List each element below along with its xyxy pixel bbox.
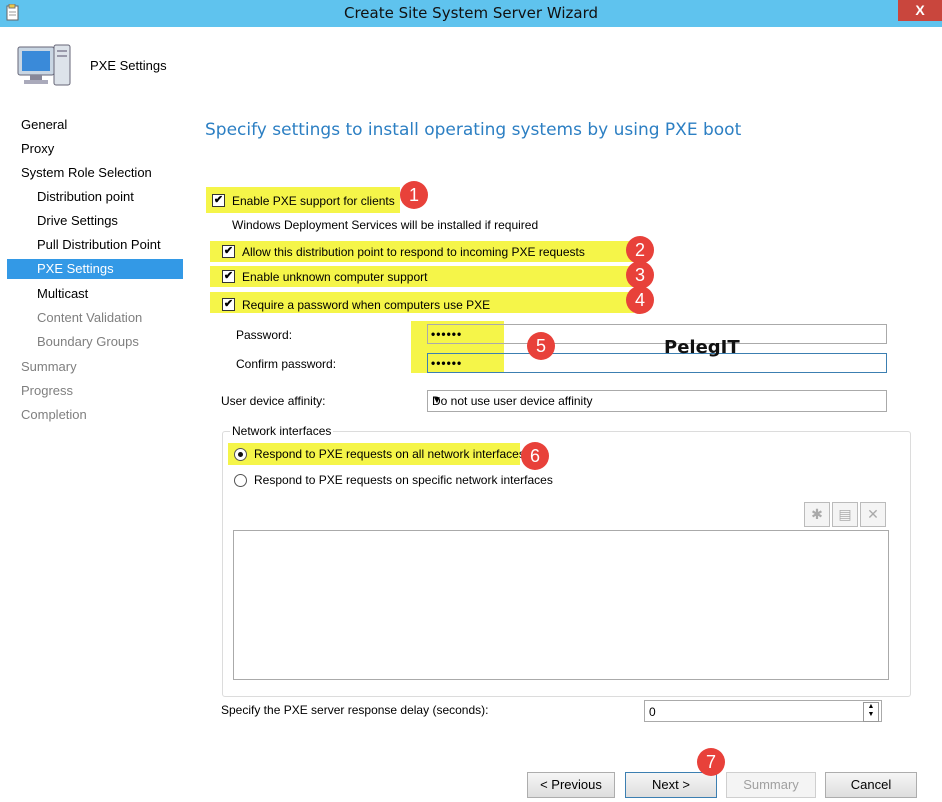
enable-pxe-checkbox[interactable]: ✔ [212, 194, 225, 207]
delay-stepper[interactable]: 0 ▲ ▼ [644, 700, 882, 722]
nav-item-multicast[interactable]: Multicast [37, 284, 88, 304]
cancel-button[interactable]: Cancel [825, 772, 917, 798]
properties-icon: ▤ [838, 506, 852, 522]
wds-note: Windows Deployment Services will be inst… [232, 218, 539, 232]
unknown-support-label: Enable unknown computer support [242, 270, 428, 284]
delete-interface-button[interactable]: ✕ [860, 502, 886, 527]
confirm-password-label: Confirm password: [236, 357, 337, 371]
annotation-badge-1: 1 [400, 181, 428, 209]
annotation-badge-4: 4 [626, 286, 654, 314]
allow-respond-label: Allow this distribution point to respond… [242, 245, 585, 259]
delay-value: 0 [649, 705, 656, 719]
all-interfaces-label: Respond to PXE requests on all network i… [254, 447, 525, 461]
specific-interfaces-radio[interactable] [234, 474, 247, 487]
annotation-badge-7: 7 [697, 748, 725, 776]
content-heading: Specify settings to install operating sy… [205, 120, 742, 140]
network-interfaces-label: Network interfaces [230, 424, 334, 438]
nav-item-pxe-settings[interactable]: PXE Settings [7, 259, 183, 279]
nav-item-summary: Summary [21, 359, 77, 374]
nav-item-proxy[interactable]: Proxy [21, 139, 54, 159]
close-button[interactable]: X [898, 0, 942, 21]
password-field[interactable] [427, 324, 887, 344]
specific-interfaces-label: Respond to PXE requests on specific netw… [254, 473, 553, 487]
nav-item-content-validation: Content Validation [37, 310, 143, 325]
delay-label: Specify the PXE server response delay (s… [221, 703, 489, 717]
nav-item-drive-settings[interactable]: Drive Settings [37, 211, 118, 231]
stepper-arrows-icon[interactable]: ▲ ▼ [863, 702, 879, 722]
user-affinity-dropdown[interactable]: Do not use user device affinity ▼ [427, 390, 887, 412]
wizard-header: PXE Settings [0, 27, 942, 107]
watermark-text: PelegIT [664, 337, 740, 358]
nav-item-distribution-point[interactable]: Distribution point [37, 187, 134, 207]
all-interfaces-radio[interactable] [234, 448, 247, 461]
title-bar: Create Site System Server Wizard X [0, 0, 942, 27]
annotation-badge-5: 5 [527, 332, 555, 360]
previous-button[interactable]: < Previous [527, 772, 615, 798]
user-affinity-label: User device affinity: [221, 394, 326, 408]
allow-respond-checkbox[interactable]: ✔ [222, 245, 235, 258]
network-interfaces-list[interactable] [233, 530, 889, 680]
enable-pxe-label: Enable PXE support for clients [232, 194, 395, 208]
unknown-support-checkbox[interactable]: ✔ [222, 270, 235, 283]
annotation-badge-3: 3 [626, 261, 654, 289]
star-icon: ✱ [811, 506, 823, 522]
require-password-checkbox[interactable]: ✔ [222, 298, 235, 311]
nav-item-progress: Progress [21, 383, 74, 398]
password-label: Password: [236, 328, 293, 342]
confirm-password-field[interactable] [427, 353, 887, 373]
annotation-badge-2: 2 [626, 236, 654, 264]
nav-item-boundary-groups: Boundary Groups [37, 334, 139, 349]
nav-item-general[interactable]: General [21, 115, 67, 135]
next-button[interactable]: Next > [625, 772, 717, 798]
page-title: PXE Settings [90, 58, 167, 73]
delete-x-icon: ✕ [867, 506, 879, 522]
window-title: Create Site System Server Wizard [344, 4, 598, 22]
confirm-password-value: •••••• [431, 356, 463, 370]
require-password-label: Require a password when computers use PX… [242, 298, 491, 312]
chevron-down-icon: ▼ [432, 395, 442, 406]
nav-item-pull-distribution-point[interactable]: Pull Distribution Point [37, 235, 161, 255]
nav-item-completion: Completion [21, 407, 87, 422]
summary-button: Summary [726, 772, 816, 798]
add-interface-button[interactable]: ✱ [804, 502, 830, 527]
password-value: •••••• [431, 327, 463, 341]
computer-icon [17, 44, 71, 86]
annotation-badge-6: 6 [521, 442, 549, 470]
nav-item-system-role-selection[interactable]: System Role Selection [21, 163, 152, 183]
edit-interface-button[interactable]: ▤ [832, 502, 858, 527]
